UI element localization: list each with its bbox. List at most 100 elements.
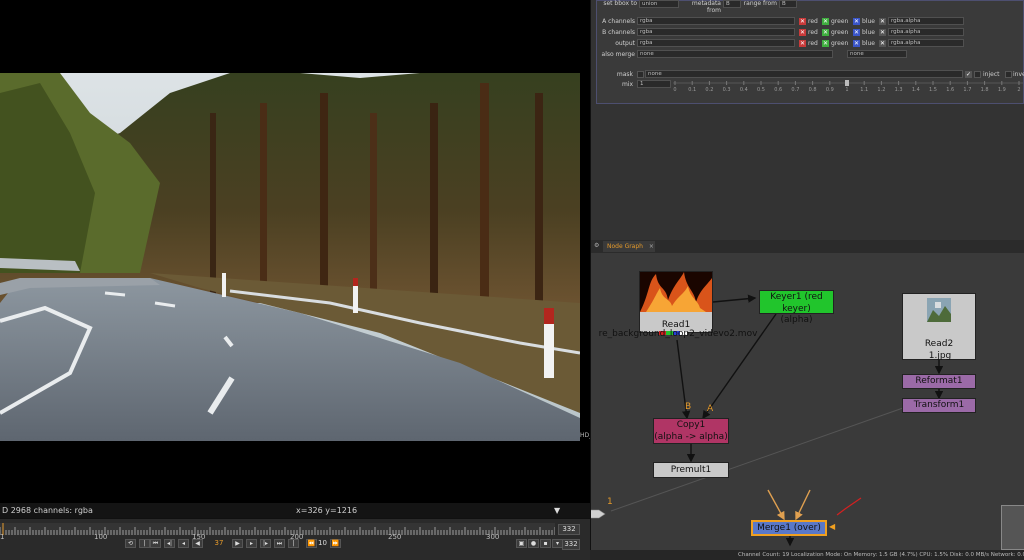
prev-keyframe-icon[interactable]: ◂| [164,539,175,548]
node-title: Reformat1 [915,376,963,386]
node-title: Merge1 (over) [757,523,821,533]
current-frame-field[interactable]: 37 [208,539,230,548]
skip-forward-icon[interactable]: ⏩ [330,539,341,548]
a-blue-checkbox[interactable]: ✕ [853,18,860,25]
last-frame-icon[interactable]: ⏭ [274,539,285,548]
skip-back-icon[interactable]: ⏪ [306,539,317,548]
last-frame-field[interactable]: 332 [562,539,580,550]
tab-node-graph[interactable]: Node Graph × [603,241,655,252]
b-alpha-checkbox[interactable]: ✕ [879,29,886,36]
dropdown-arrow-icon[interactable]: ▼ [554,506,560,515]
channel-label: blue [862,18,875,25]
mix-field[interactable]: 1 [637,80,671,88]
mix-tick-label: 1.6 [946,87,954,92]
close-icon[interactable]: × [649,243,654,250]
in-point-icon[interactable]: | [139,539,150,548]
node-transform1[interactable]: Transform1 [902,398,976,413]
ruler-label: 1 [0,533,5,541]
out-alpha-dropdown[interactable]: rgba.alpha [888,39,964,47]
node-title: Transform1 [913,400,965,410]
play-backward-icon[interactable]: ◀ [192,539,203,548]
a-alpha-dropdown[interactable]: rgba.alpha [888,17,964,25]
node-graph[interactable]: Read1 re_background_loop2_videvo2.mov Ke… [590,253,1024,550]
frame-step-field[interactable]: 10 [318,539,327,548]
mask-dropdown[interactable]: none [645,70,963,78]
node-read1[interactable]: Read1 [639,271,713,335]
channel-label: red [808,40,818,47]
mix-tick-label: 1.5 [929,87,937,92]
node-reformat1[interactable]: Reformat1 [902,374,976,389]
node-title: Read2 [924,339,954,349]
inject-label: inject [983,71,1000,78]
channel-label: green [831,29,849,36]
b-alpha-dropdown[interactable]: rgba.alpha [888,28,964,36]
b-channels-label: B channels [602,29,635,36]
set-bbox-dropdown[interactable]: union [639,0,679,8]
ruler-label: 250 [388,533,402,541]
monitor-icon[interactable]: ▣ [516,539,527,548]
step-back-icon[interactable]: ◂ [178,539,189,548]
record-icon[interactable]: ● [528,539,539,548]
node-copy1[interactable]: Copy1 (alpha -> alpha) [653,418,729,444]
out-green-checkbox[interactable]: ✕ [822,40,829,47]
status-bar: Channel Count: 19 Localization Mode: On … [590,550,1024,560]
mix-tick-label: 0.2 [705,87,713,92]
out-red-checkbox[interactable]: ✕ [799,40,806,47]
node-title: Keyer1 (red keyer) [770,292,823,314]
inject-checkbox[interactable] [974,71,981,78]
thumbnail-fire [640,272,712,312]
channel-label: green [831,18,849,25]
also-merge-label: also merge [601,51,635,58]
a-channels-label: A channels [602,18,635,25]
node-keyer1[interactable]: Keyer1 (red keyer) (alpha) [759,290,834,325]
out-alpha-checkbox[interactable]: ✕ [879,40,886,47]
play-forward-icon[interactable]: ▶ [232,539,243,548]
node-read2[interactable]: Read2 1.jpg [902,293,976,361]
mask-toggle[interactable]: ✓ [965,71,972,78]
b-blue-checkbox[interactable]: ✕ [853,29,860,36]
next-keyframe-icon[interactable]: |▸ [260,539,271,548]
merge-mask-input-icon[interactable]: ◀ [829,522,835,531]
out-blue-checkbox[interactable]: ✕ [853,40,860,47]
out-point-icon[interactable]: | [288,539,299,548]
timeline-ruler[interactable] [0,523,555,535]
node-graph-minimap[interactable] [1001,505,1024,550]
b-channels-dropdown[interactable]: rgba [637,28,795,36]
viewer-image[interactable] [0,73,580,441]
mix-tick-label: 0.1 [688,87,696,92]
a-red-checkbox[interactable]: ✕ [799,18,806,25]
mix-tick-label: 1.9 [998,87,1006,92]
metadata-from-dropdown[interactable]: B [723,0,741,8]
pane-menu-icon[interactable]: ⚙ [594,242,599,249]
range-from-dropdown[interactable]: B [779,0,797,8]
merge-properties[interactable]: set bbox to union metadata from B range … [596,0,1024,104]
first-frame-icon[interactable]: ⏮ [150,539,161,548]
output-dropdown[interactable]: rgba [637,39,795,47]
b-red-checkbox[interactable]: ✕ [799,29,806,36]
also-merge-dropdown-2[interactable]: none [847,50,907,58]
node-premult1[interactable]: Premult1 [653,462,729,478]
b-green-checkbox[interactable]: ✕ [822,29,829,36]
invert-label: inver [1013,71,1024,78]
end-frame-field[interactable]: 332 [558,524,580,535]
a-channels-dropdown[interactable]: rgba [637,17,795,25]
node-graph-tabbar: ⚙ [590,240,1024,253]
mix-tick-label: 0.9 [826,87,834,92]
mix-slider[interactable]: 0 0.1 0.2 0.3 0.4 0.5 0.6 0.7 0.8 0.9 1 1.1 1.2 1.3 1.… [673,80,1023,92]
output-label: output [615,40,635,47]
lock-icon[interactable]: ▪ [540,539,551,548]
dot-label: 1 [607,497,613,507]
mask-checkbox[interactable] [637,71,644,78]
also-merge-dropdown[interactable]: none [637,50,833,58]
node-merge1[interactable]: Merge1 (over) [751,520,827,536]
channel-label: blue [862,40,875,47]
a-alpha-checkbox[interactable]: ✕ [879,18,886,25]
invert-checkbox[interactable] [1005,71,1012,78]
a-green-checkbox[interactable]: ✕ [822,18,829,25]
viewer[interactable]: HD_ [0,0,592,520]
mix-tick-label: 0.8 [809,87,817,92]
step-forward-icon[interactable]: ▸ [246,539,257,548]
mix-slider-handle[interactable] [845,80,849,86]
loop-mode-icon[interactable]: ⟲ [125,539,136,548]
cursor-coords: x=326 y=1216 [296,506,358,515]
